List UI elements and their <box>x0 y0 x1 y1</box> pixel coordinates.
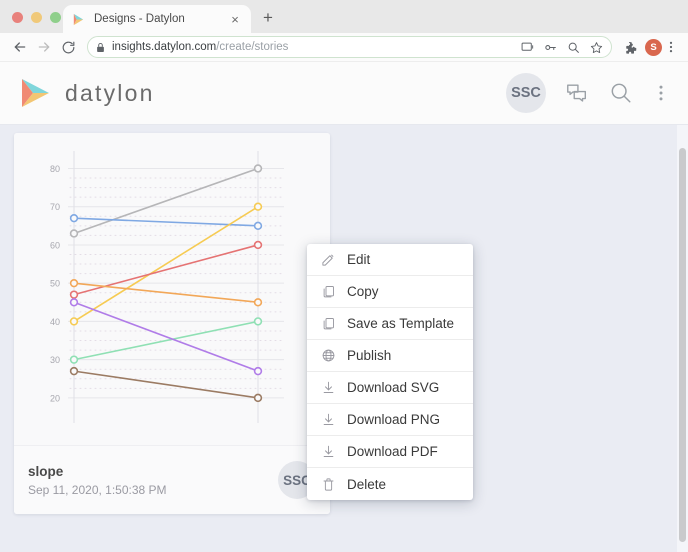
context-menu-item-label: Download PDF <box>347 444 438 459</box>
design-card-footer: slope Sep 11, 2020, 1:50:38 PM SSC <box>14 445 330 514</box>
header-user-avatar[interactable]: SSC <box>506 73 546 113</box>
app-logo-text: datylon <box>65 79 155 106</box>
app-header-actions: SSC <box>506 73 670 113</box>
browser-toolbar: insights.datylon.com/create/stories S <box>0 33 688 62</box>
reload-button[interactable] <box>56 35 80 59</box>
y-axis-tick-label: 70 <box>50 202 60 212</box>
app-logo[interactable]: datylon <box>18 76 155 110</box>
y-axis-tick-label: 20 <box>50 393 60 403</box>
omnibox-action-icons <box>520 40 603 54</box>
address-bar[interactable]: insights.datylon.com/create/stories <box>87 36 612 58</box>
design-card-meta: slope Sep 11, 2020, 1:50:38 PM <box>28 464 167 497</box>
page-scrollbar-thumb[interactable] <box>679 148 686 542</box>
zoom-icon[interactable] <box>566 40 580 54</box>
profile-avatar[interactable]: S <box>645 38 662 56</box>
download-icon <box>321 444 336 459</box>
window-traffic-lights <box>12 12 61 23</box>
context-menu-item-label: Save as Template <box>347 316 455 331</box>
slope-series-purple <box>69 298 263 376</box>
context-menu-item-copy[interactable]: Copy <box>307 276 473 308</box>
y-axis-tick-label: 60 <box>50 240 60 250</box>
new-tab-button[interactable]: + <box>258 8 278 28</box>
slope-series-red <box>69 240 263 299</box>
page-scrollbar[interactable] <box>677 125 688 552</box>
back-button[interactable] <box>8 35 32 59</box>
minimize-window-button[interactable] <box>31 12 42 23</box>
design-context-menu: Edit Copy Save as Template Publish Download … <box>307 244 473 500</box>
y-axis-tick-label: 50 <box>50 279 60 289</box>
download-icon <box>321 380 336 395</box>
slope-chart: 20 30 40 50 60 70 80 <box>50 151 285 423</box>
download-icon <box>321 412 336 427</box>
page-viewport: datylon SSC 20 30 40 50 60 70 80 slope S… <box>0 62 688 552</box>
context-menu-item-download-svg[interactable]: Download SVG <box>307 372 473 404</box>
design-card-title: slope <box>28 463 64 479</box>
puzzle-icon[interactable] <box>619 36 641 58</box>
browser-tab-title: Designs - Datylon <box>94 13 185 25</box>
context-menu-item-publish[interactable]: Publish <box>307 340 473 372</box>
context-menu-item-label: Copy <box>347 284 379 299</box>
copy-icon <box>321 284 336 299</box>
overflow-menu-icon[interactable] <box>652 80 670 106</box>
context-menu-item-label: Publish <box>347 348 392 363</box>
context-menu-item-delete[interactable]: Delete <box>307 468 473 500</box>
context-menu-item-download-pdf[interactable]: Download PDF <box>307 436 473 468</box>
context-menu-item-download-png[interactable]: Download PNG <box>307 404 473 436</box>
context-menu-item-label: Delete <box>347 476 387 492</box>
close-window-button[interactable] <box>12 12 23 23</box>
design-card-date: Sep 11, 2020, 1:50:38 PM <box>28 482 167 497</box>
cast-icon[interactable] <box>520 40 534 54</box>
datylon-play-logo-icon <box>22 79 49 107</box>
app-header: datylon SSC <box>0 62 688 125</box>
slope-series-brown <box>69 366 263 403</box>
lock-icon <box>97 42 104 52</box>
design-card-thumbnail: 20 30 40 50 60 70 80 <box>14 133 330 445</box>
browser-tab[interactable]: Designs - Datylon × <box>63 5 251 33</box>
globe-icon <box>321 348 336 363</box>
close-tab-button[interactable]: × <box>227 11 243 27</box>
datylon-favicon-icon <box>73 13 84 25</box>
browser-menu-button[interactable] <box>662 37 680 57</box>
url-host: insights.datylon.com <box>112 41 217 53</box>
context-menu-item-label: Download SVG <box>347 380 440 395</box>
key-icon[interactable] <box>543 40 557 54</box>
context-menu-item-edit[interactable]: Edit <box>307 244 473 276</box>
search-icon[interactable] <box>608 80 634 106</box>
browser-window: Designs - Datylon × + insights.datylon.c… <box>0 0 688 552</box>
slope-series-green <box>69 317 263 364</box>
url-path: /create/stories <box>216 41 289 53</box>
context-menu-item-label: Edit <box>347 252 371 267</box>
browser-tab-strip: Designs - Datylon × + <box>0 0 688 33</box>
design-card[interactable]: 20 30 40 50 60 70 80 slope Sep 11, 2020, 1:50:… <box>14 133 330 514</box>
pencil-icon <box>321 252 336 267</box>
copy-icon <box>321 316 336 331</box>
comments-icon[interactable] <box>564 80 590 106</box>
trash-icon <box>321 477 336 492</box>
context-menu-item-label: Download PNG <box>347 412 441 427</box>
star-icon[interactable] <box>589 40 603 54</box>
forward-button[interactable] <box>32 35 56 59</box>
maximize-window-button[interactable] <box>50 12 61 23</box>
y-axis-tick-label: 30 <box>50 355 60 365</box>
url-text: insights.datylon.com/create/stories <box>112 41 288 53</box>
y-axis-tick-label: 80 <box>50 164 60 174</box>
y-axis-tick-label: 40 <box>50 317 60 327</box>
context-menu-item-save-as-template[interactable]: Save as Template <box>307 308 473 340</box>
